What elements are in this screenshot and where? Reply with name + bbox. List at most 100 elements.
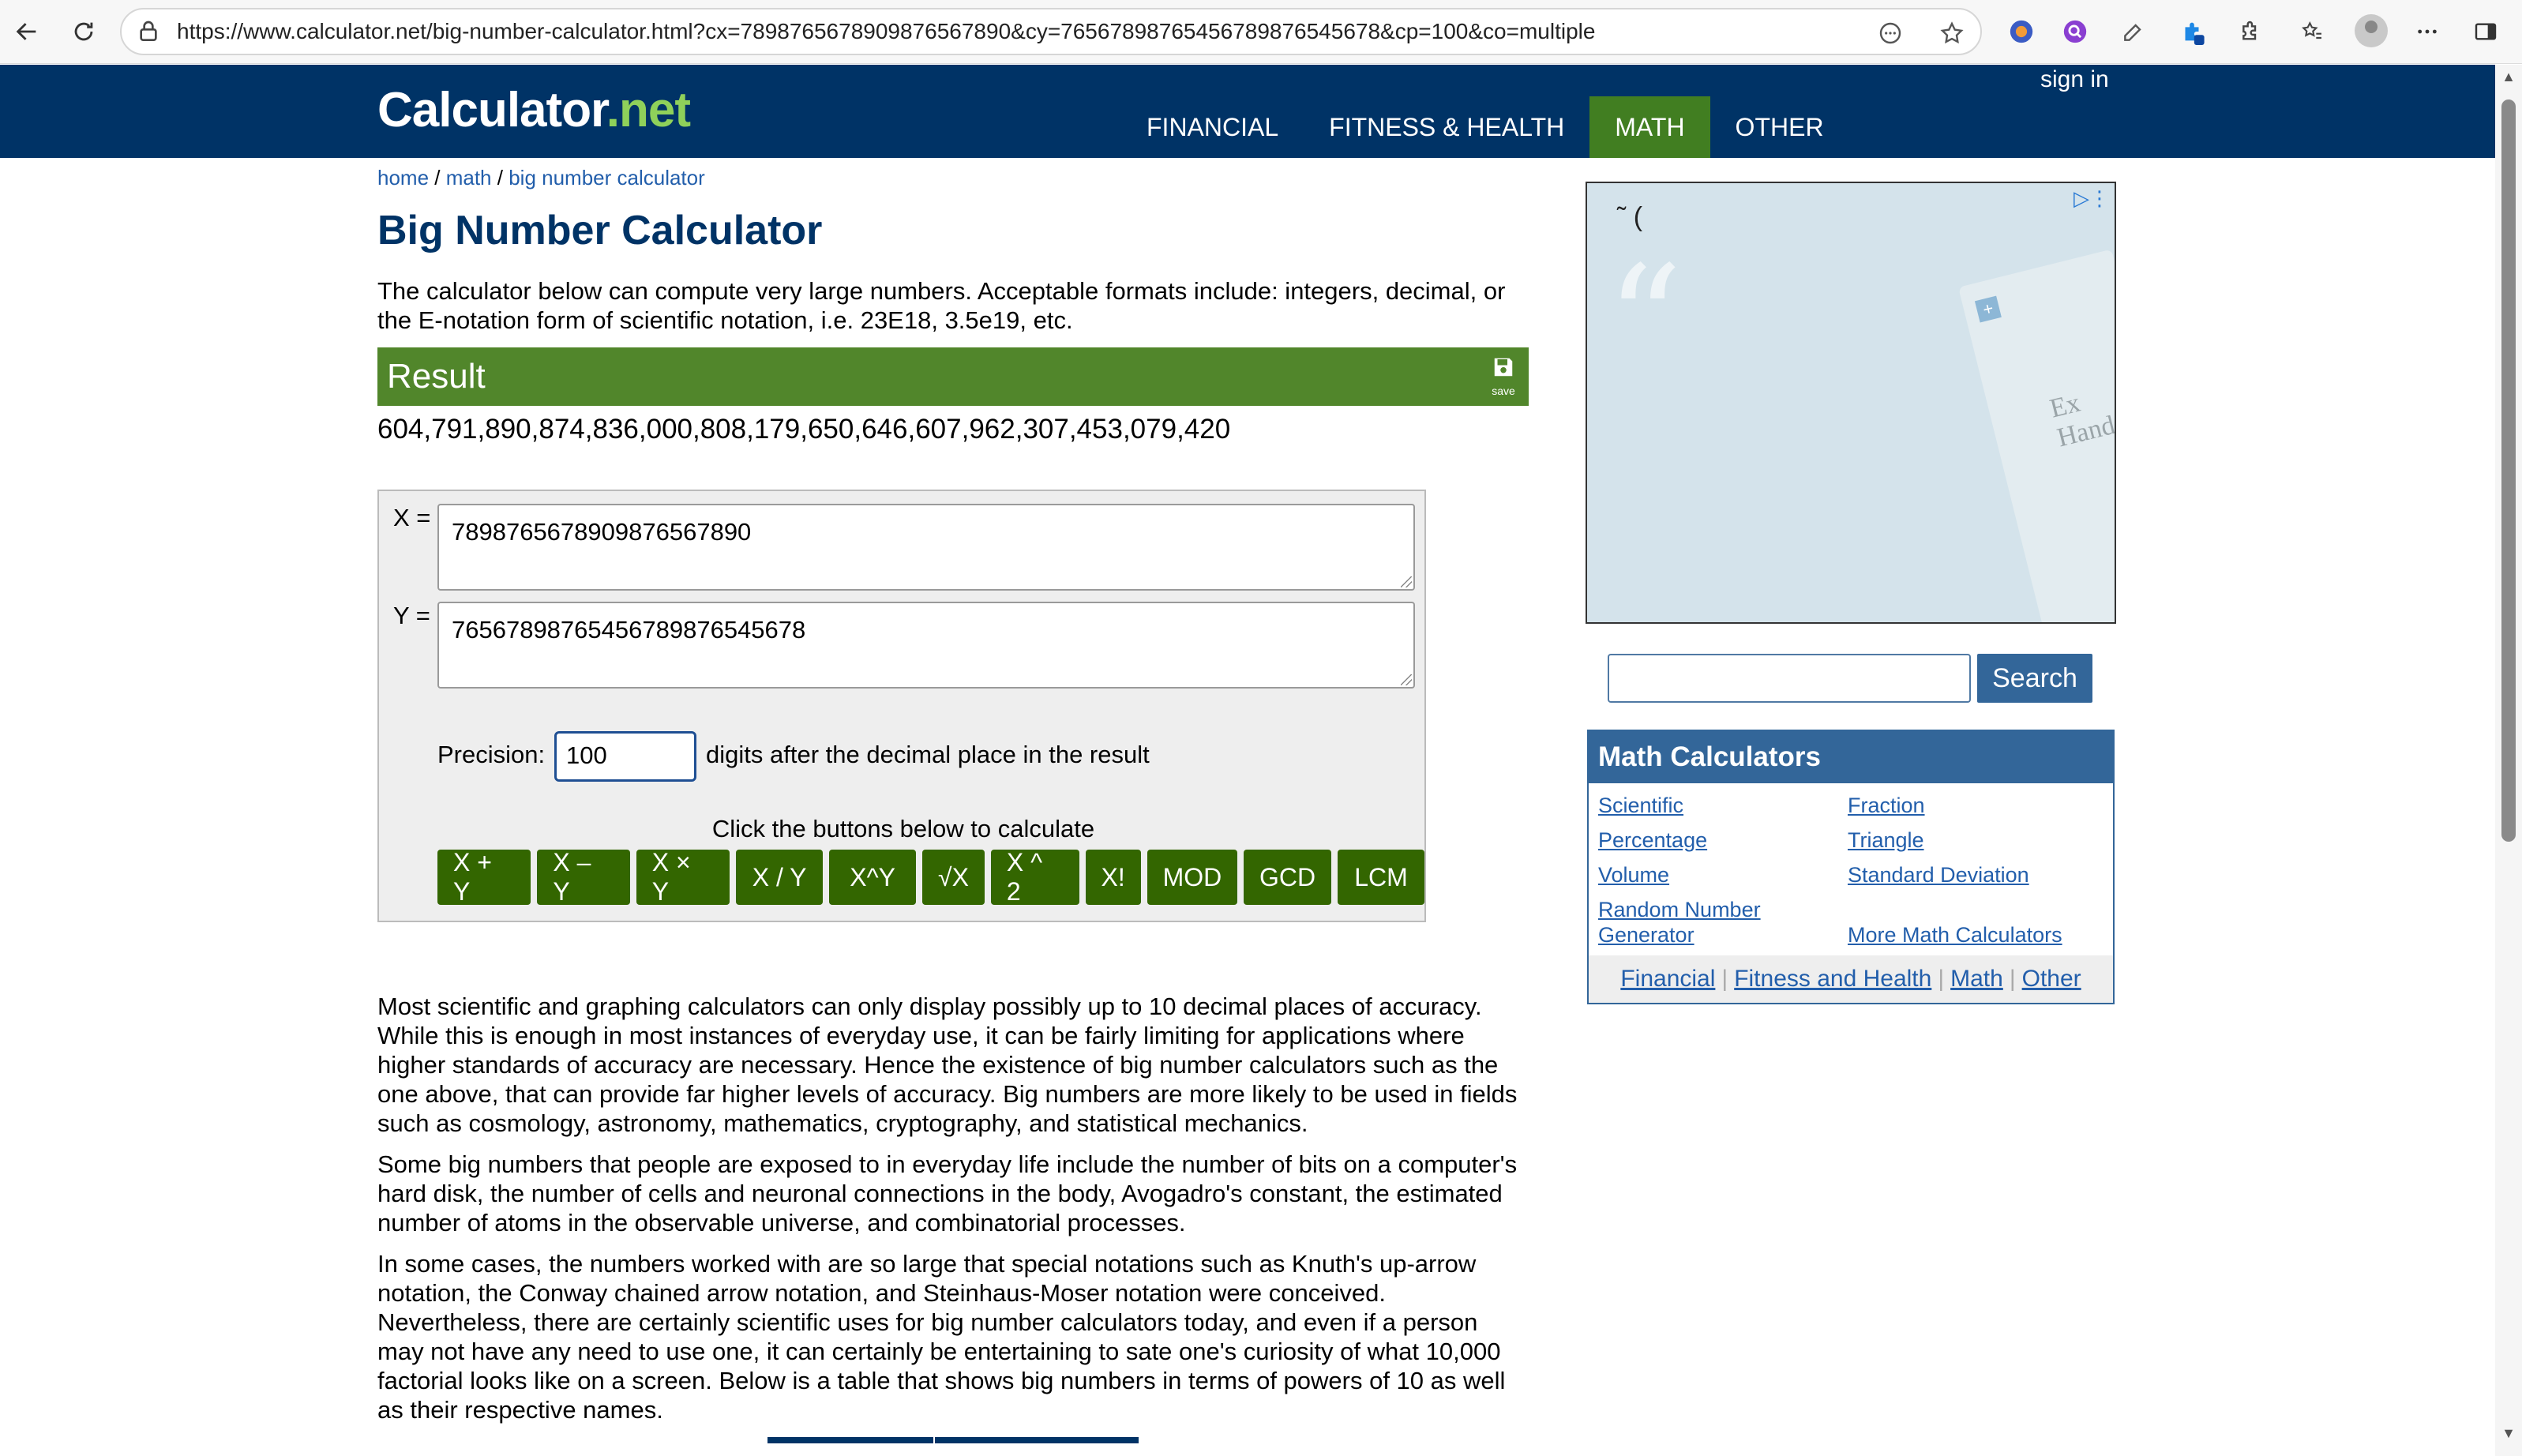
result-label: Result xyxy=(387,357,486,396)
ad-logo-mark: ˜ ( xyxy=(1617,202,1643,232)
link-more-math-calculators[interactable]: More Math Calculators xyxy=(1848,922,2062,948)
ad-choices-icon[interactable]: ▷⋮ xyxy=(2074,186,2110,211)
logo-suffix: net xyxy=(619,83,691,137)
link-triangle[interactable]: Triangle xyxy=(1848,827,1924,853)
logo-dot: . xyxy=(606,83,620,137)
article-paragraph: In some cases, the numbers worked with a… xyxy=(377,1250,1506,1424)
subtract-button[interactable]: X – Y xyxy=(537,848,630,906)
footer-separator: | xyxy=(2009,966,2016,992)
footer-link-financial[interactable]: Financial xyxy=(1620,966,1715,992)
ad-card-image: + Ex Hand xyxy=(1958,249,2116,622)
nav-fitness-health[interactable]: FITNESS & HEALTH xyxy=(1304,96,1589,158)
divide-button[interactable]: X / Y xyxy=(736,850,824,905)
save-label: save xyxy=(1492,385,1515,397)
footer-link-math[interactable]: Math xyxy=(1950,966,2003,992)
link-percentage[interactable]: Percentage xyxy=(1598,827,1707,853)
x-label: X = xyxy=(393,504,431,531)
page-title: Big Number Calculator xyxy=(377,208,823,253)
refresh-icon[interactable] xyxy=(65,13,103,51)
resize-handle[interactable] xyxy=(1401,576,1412,587)
category-footer: Financial | Fitness and Health | Math | Other xyxy=(1589,955,2113,1003)
browser-toolbar: https://www.calculator.net/big-number-ca… xyxy=(0,0,2522,64)
favorite-star-icon[interactable] xyxy=(1938,19,1966,47)
click-instruction: Click the buttons below to calculate xyxy=(711,815,1095,842)
link-random-number-generator[interactable]: Random Number Generator xyxy=(1598,897,1788,948)
y-input[interactable]: 76567898765456789876545678 xyxy=(437,602,1415,689)
logo-text: Calculator xyxy=(377,83,607,137)
breadcrumb-current[interactable]: big number calculator xyxy=(509,166,705,190)
extension-search-icon[interactable] xyxy=(2058,14,2092,49)
power-button[interactable]: X^Y xyxy=(829,850,917,905)
more-options-icon[interactable] xyxy=(2410,14,2445,49)
mod-button[interactable]: MOD xyxy=(1147,850,1238,905)
extension-orb-icon[interactable] xyxy=(2004,14,2039,49)
precision-label: Precision: xyxy=(437,741,546,768)
precision-suffix: digits after the decimal place in the re… xyxy=(706,741,1150,768)
result-value: 604,791,890,874,836,000,808,179,650,646,… xyxy=(377,414,1231,445)
footer-link-other[interactable]: Other xyxy=(2022,966,2081,992)
y-input-value: 76567898765456789876545678 xyxy=(452,616,806,644)
url-text[interactable]: https://www.calculator.net/big-number-ca… xyxy=(177,19,1595,44)
y-label: Y = xyxy=(393,602,430,629)
extensions-icon[interactable] xyxy=(2231,14,2266,49)
page-scrollbar[interactable]: ▲ ▼ xyxy=(2495,65,2522,1456)
math-calculators-box: Math Calculators Scientific Fraction Per… xyxy=(1587,730,2115,1004)
link-volume[interactable]: Volume xyxy=(1598,862,1669,887)
factorial-button[interactable]: X! xyxy=(1085,850,1141,905)
nav-math[interactable]: MATH xyxy=(1589,96,1710,158)
x-input[interactable]: 7898765678909876567890 xyxy=(437,504,1415,591)
square-button[interactable]: X ^ 2 xyxy=(990,848,1079,906)
advertisement[interactable]: ˜ ( “ + Ex Hand ▷⋮ xyxy=(1586,182,2116,624)
multiply-button[interactable]: X × Y xyxy=(636,848,730,906)
nav-financial[interactable]: FINANCIAL xyxy=(1121,96,1304,158)
footer-separator: | xyxy=(1721,966,1728,992)
add-button[interactable]: X + Y xyxy=(437,848,531,906)
x-input-value: 7898765678909876567890 xyxy=(452,518,752,546)
footer-separator: | xyxy=(1938,966,1945,992)
favorites-icon[interactable] xyxy=(2295,14,2329,49)
breadcrumb-home[interactable]: home xyxy=(377,166,429,190)
site-header: Calculator.net sign in FINANCIAL FITNESS… xyxy=(0,65,2495,158)
address-bar[interactable]: https://www.calculator.net/big-number-ca… xyxy=(120,8,1982,55)
site-logo[interactable]: Calculator.net xyxy=(377,82,691,138)
footer-link-fitness-health[interactable]: Fitness and Health xyxy=(1734,966,1931,992)
main-nav: FINANCIAL FITNESS & HEALTH MATH OTHER xyxy=(1121,96,1849,158)
quote-icon: “ xyxy=(1606,234,1683,408)
edit-note-icon[interactable] xyxy=(2116,14,2151,49)
resize-handle[interactable] xyxy=(1401,674,1412,685)
scroll-thumb[interactable] xyxy=(2501,99,2516,842)
plus-icon: + xyxy=(1974,295,2002,323)
site-search-input[interactable] xyxy=(1608,654,1971,703)
nav-other[interactable]: OTHER xyxy=(1710,96,1849,158)
lcm-button[interactable]: LCM xyxy=(1338,850,1425,905)
save-icon[interactable]: save xyxy=(1488,355,1519,398)
table-header-edge xyxy=(767,1437,1139,1443)
result-header: Result save xyxy=(377,347,1529,406)
site-search-button[interactable]: Search xyxy=(1977,654,2092,703)
article-paragraph: Some big numbers that people are exposed… xyxy=(377,1150,1518,1236)
article-paragraph: Most scientific and graphing calculators… xyxy=(377,993,1518,1137)
back-icon[interactable] xyxy=(8,13,46,51)
profile-avatar[interactable] xyxy=(2355,14,2388,47)
scroll-down-icon[interactable]: ▼ xyxy=(2501,1426,2516,1440)
breadcrumb-separator: / xyxy=(429,166,446,190)
breadcrumb-separator: / xyxy=(491,166,509,190)
intro-text: The calculator below can compute very la… xyxy=(377,277,1506,334)
precision-input[interactable]: 100 xyxy=(554,731,696,782)
calculator-panel: X = 7898765678909876567890 Y = 765678987… xyxy=(377,490,1426,922)
gcd-button[interactable]: GCD xyxy=(1244,850,1332,905)
lock-icon[interactable] xyxy=(136,19,161,44)
sign-in-link[interactable]: sign in xyxy=(2040,66,2109,93)
ad-card-text: Ex Hand xyxy=(2047,388,2116,453)
link-standard-deviation[interactable]: Standard Deviation xyxy=(1848,862,2029,887)
extension-puzzle-badge-icon[interactable] xyxy=(2175,14,2209,49)
operation-buttons: X + Y X – Y X × Y X / Y X^Y √X X ^ 2 X! … xyxy=(437,848,1425,906)
sqrt-button[interactable]: √X xyxy=(922,850,985,905)
scroll-up-icon[interactable]: ▲ xyxy=(2501,69,2516,84)
breadcrumb-math[interactable]: math xyxy=(446,166,492,190)
math-calculators-title: Math Calculators xyxy=(1589,731,2113,783)
link-fraction[interactable]: Fraction xyxy=(1848,793,1925,818)
sidebar-toggle-icon[interactable] xyxy=(2468,14,2503,49)
reader-mode-icon[interactable] xyxy=(1876,19,1905,47)
link-scientific[interactable]: Scientific xyxy=(1598,793,1683,818)
